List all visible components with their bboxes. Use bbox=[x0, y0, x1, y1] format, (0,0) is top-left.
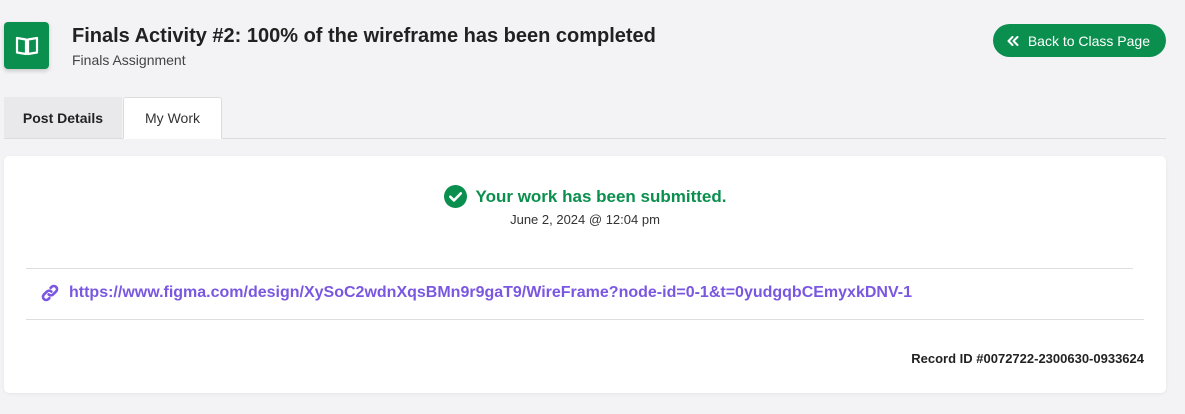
tab-bar: Post Details My Work bbox=[4, 97, 1166, 139]
submitted-link-row: https://www.figma.com/design/XySoC2wdnXq… bbox=[40, 283, 912, 303]
submitted-work-link[interactable]: https://www.figma.com/design/XySoC2wdnXq… bbox=[69, 284, 912, 302]
back-button-label: Back to Class Page bbox=[1027, 32, 1150, 49]
divider bbox=[26, 319, 1144, 320]
submission-date: June 2, 2024 @ 12:04 pm bbox=[510, 212, 660, 227]
tab-my-work[interactable]: My Work bbox=[123, 97, 222, 139]
submission-status-text: Your work has been submitted. bbox=[475, 186, 727, 206]
double-chevron-left-icon bbox=[1007, 35, 1019, 46]
page-subtitle: Finals Assignment bbox=[72, 52, 186, 68]
check-circle-icon bbox=[443, 185, 467, 208]
title-block: Finals Activity #2: 100% of the wirefram… bbox=[72, 24, 656, 69]
tab-post-details[interactable]: Post Details bbox=[4, 97, 122, 138]
page-title: Finals Activity #2: 100% of the wirefram… bbox=[72, 25, 656, 47]
submission-card: Your work has been submitted. June 2, 20… bbox=[4, 156, 1166, 393]
record-id: Record ID #0072722-2300630-0933624 bbox=[911, 351, 1144, 366]
link-icon bbox=[40, 283, 60, 303]
submission-status: Your work has been submitted. bbox=[4, 185, 1166, 208]
book-open-icon bbox=[4, 22, 49, 69]
divider bbox=[26, 268, 1133, 269]
back-to-class-page-button[interactable]: Back to Class Page bbox=[992, 24, 1166, 57]
page-header: Finals Activity #2: 100% of the wirefram… bbox=[4, 22, 1166, 70]
